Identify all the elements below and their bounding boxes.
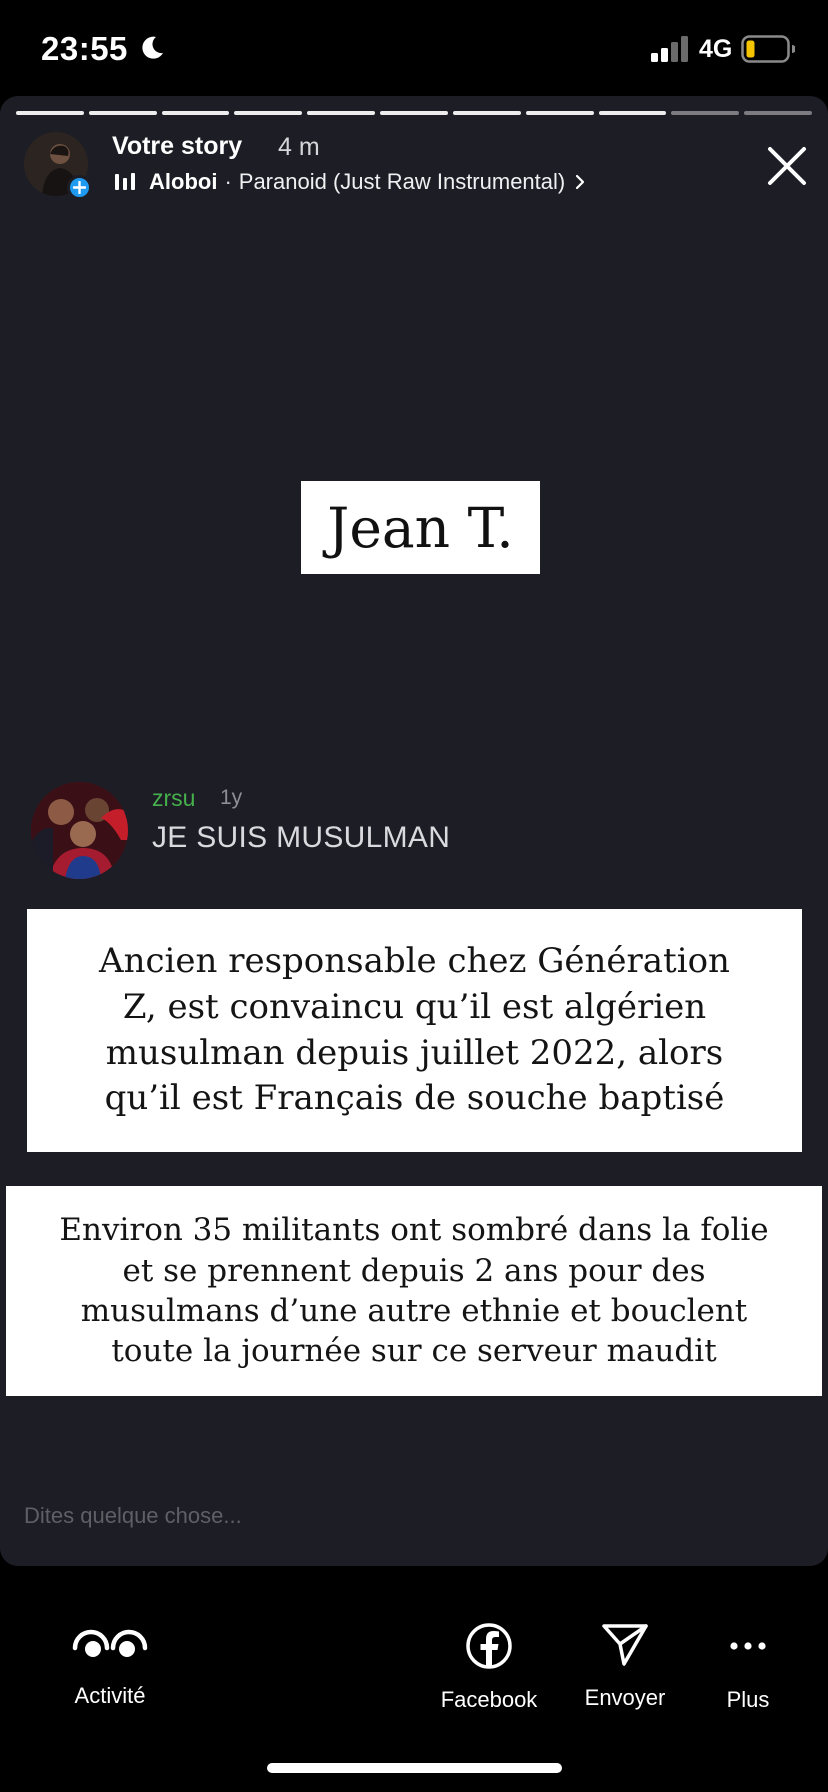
progress-segment (598, 111, 667, 115)
plus-icon (73, 181, 86, 194)
caption-box-two: Environ 35 militants ont sombré dans la … (6, 1186, 822, 1396)
close-icon[interactable] (762, 141, 812, 191)
more-icon (730, 1642, 766, 1650)
facebook-icon (466, 1623, 512, 1669)
music-attribution[interactable]: Aloboi · Paranoid (Just Raw Instrumental… (114, 167, 586, 197)
comment-age: 1y (220, 786, 243, 809)
reply-input[interactable] (24, 1500, 524, 1532)
caption-line: Ancien responsable chez Génération (99, 941, 730, 982)
progress-segment (452, 111, 521, 115)
home-indicator[interactable] (267, 1763, 562, 1773)
comment-avatar (31, 782, 128, 879)
progress-segment (380, 111, 448, 115)
chevron-right-icon (576, 174, 585, 190)
music-artist: Aloboi (149, 169, 218, 194)
progress-segment (525, 111, 594, 115)
story-card[interactable]: Votre story 4 m Aloboi · Paranoid (Just … (0, 96, 828, 1566)
moon-icon (142, 36, 163, 59)
caption-line: musulmans d’une autre ethnie et bouclent (80, 1293, 748, 1329)
progress-segment (16, 111, 84, 115)
story-progress-bars (16, 111, 812, 115)
story-owner-title[interactable]: Votre story (112, 132, 242, 161)
caption-line: Environ 35 militants ont sombré dans la … (59, 1212, 769, 1249)
caption-line: et se prennent depuis 2 ans pour des (122, 1252, 706, 1289)
comment-username: zrsu (152, 785, 196, 811)
battery-icon (741, 35, 795, 63)
story-viewer-screen: 23:55 4G Votre story 4 m Aloboi · Parano… (0, 0, 828, 1792)
music-bars-icon (115, 173, 135, 190)
caption-line: qu’il est Français de souche baptisé (104, 1078, 725, 1119)
activity-button[interactable]: Activité (50, 1622, 170, 1709)
more-label: Plus (726, 1687, 770, 1712)
activity-label: Activité (74, 1683, 146, 1708)
send-label: Envoyer (584, 1685, 666, 1710)
more-button[interactable]: Plus (688, 1622, 808, 1713)
send-icon (602, 1624, 648, 1666)
bottom-action-bar: Activité Facebook Envoyer Plus (0, 1566, 828, 1792)
comment-text: JE SUIS MUSULMAN (152, 821, 451, 854)
music-track: Paranoid (Just Raw Instrumental) (238, 169, 566, 194)
caption-line: musulman depuis juillet 2022, alors (105, 1032, 724, 1073)
status-bar: 23:55 4G (0, 0, 828, 96)
facebook-label: Facebook (440, 1687, 538, 1712)
progress-segment (234, 111, 303, 115)
add-story-badge[interactable] (67, 175, 92, 200)
caption-line: Z, est convaincu qu’il est algérien (122, 986, 707, 1027)
progress-segment (88, 111, 157, 115)
facebook-share-button[interactable]: Facebook (429, 1622, 549, 1713)
eyes-icon (72, 1629, 148, 1657)
music-separator: · (224, 169, 232, 194)
send-button[interactable]: Envoyer (565, 1622, 685, 1711)
progress-segment (307, 111, 376, 115)
progress-segment (744, 111, 812, 115)
progress-segment (671, 111, 740, 115)
name-sticker: Jean T. (301, 481, 540, 574)
story-timestamp: 4 m (278, 133, 320, 161)
progress-segment (161, 111, 230, 115)
signal-icon (651, 36, 688, 62)
status-time: 23:55 (41, 30, 128, 67)
caption-box-one: Ancien responsable chez Génération Z, es… (27, 909, 802, 1152)
caption-line: toute la journée sur ce serveur maudit (111, 1333, 717, 1370)
network-label: 4G (699, 35, 733, 63)
